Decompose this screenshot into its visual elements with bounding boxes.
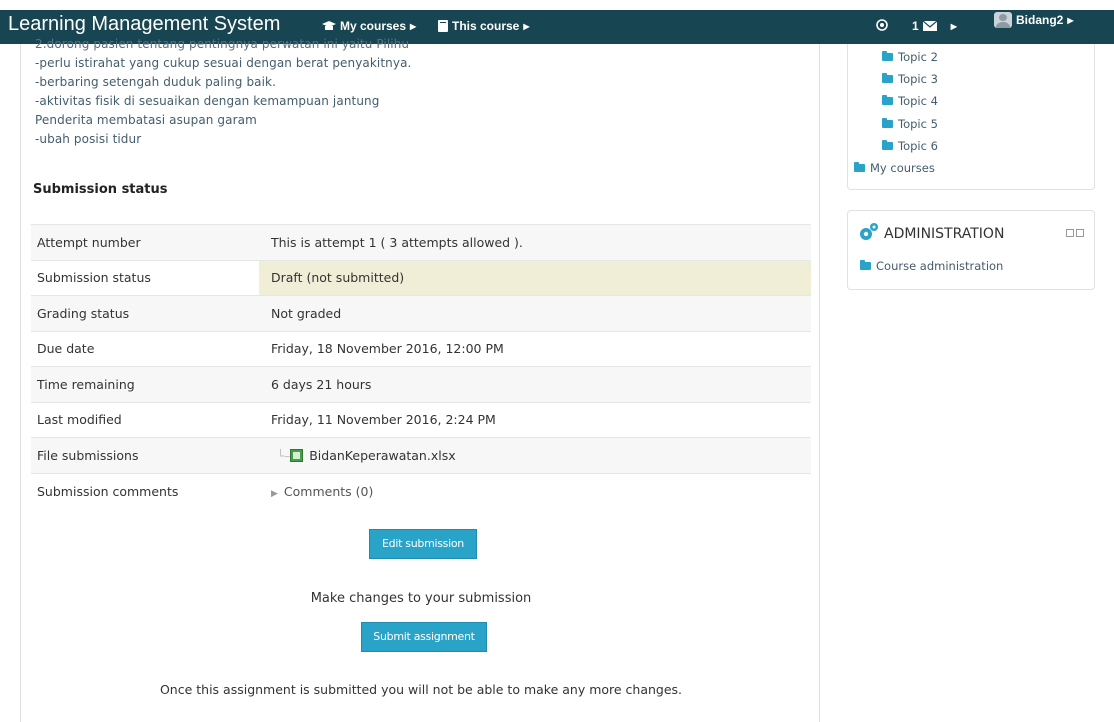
intro-line: -ubah posisi tidur [35,132,142,146]
tree-branch-icon: └– [277,448,291,463]
row-value: Friday, 18 November 2016, 12:00 PM [259,330,811,367]
book-icon [438,20,448,32]
sidebar-item-topic-4[interactable]: Topic 4 [882,94,938,108]
sidebar-item-label: Course administration [876,259,1004,273]
edit-submission-help: Make changes to your submission [310,591,532,606]
status-value: Draft (not submitted) [259,259,811,296]
collapse-icon[interactable] [1066,229,1074,237]
graduation-cap-icon [322,20,336,30]
row-label: Time remaining [31,366,259,402]
row-value: └– BidanKeperawatan.xlsx [259,437,811,473]
sidebar-item-label: Topic 5 [898,117,938,131]
intro-line: 2.dorong pasien tentang pentingnya perwa… [35,37,410,51]
row-value: Friday, 11 November 2016, 2:24 PM [259,401,811,438]
my-courses-label: My courses [340,19,407,33]
caret-right-icon: ▶ [410,21,417,31]
row-value: 6 days 21 hours [259,366,811,402]
sidebar-item-course-administration[interactable]: Course administration [860,259,1003,273]
folder-icon [854,162,865,172]
envelope-icon [922,21,937,31]
caret-right-icon: ▶ [523,21,530,31]
triangle-right-icon: ▶ [271,488,278,499]
dock-icon[interactable] [1076,229,1084,237]
folder-icon [860,260,871,270]
notifications-toggle[interactable] [876,19,888,31]
sidebar-item-my-courses[interactable]: My courses [854,161,935,175]
table-row: Due date Friday, 18 November 2016, 12:00… [31,330,811,367]
table-row: Grading status Not graded [31,295,811,331]
submission-status-table: Attempt number This is attempt 1 ( 3 att… [31,224,811,509]
block-title: ADMINISTRATION [884,226,1005,242]
table-row: Submission status Draft (not submitted) [31,259,811,296]
intro-line: -perlu istirahat yang cukup sesuai denga… [35,56,412,70]
table-row: Last modified Friday, 11 November 2016, … [31,401,811,438]
row-label: File submissions [31,437,259,473]
folder-icon [882,51,893,61]
folder-icon [882,95,893,105]
this-course-label: This course [452,19,520,33]
row-label: Attempt number [31,224,259,260]
sidebar-item-topic-5[interactable]: Topic 5 [882,117,938,131]
globe-icon [876,19,888,31]
sidebar-item-topic-2[interactable]: Topic 2 [882,50,938,64]
row-value: This is attempt 1 ( 3 attempts allowed )… [259,224,811,260]
intro-line: -aktivitas fisik di sesuaikan dengan kem… [35,94,380,108]
sidebar-item-label: Topic 4 [898,94,938,108]
user-name: Bidang2 [1016,13,1064,27]
block-controls[interactable] [1066,229,1084,237]
main-content: 2.dorong pasien tentang pentingnya perwa… [20,37,820,722]
intro-line: -berbaring setengah duduk paling baik. [35,75,277,89]
messages-menu[interactable]: 1 ▶ [912,19,957,33]
site-brand[interactable]: Learning Management System [8,13,280,36]
table-row: Time remaining 6 days 21 hours [31,366,811,402]
submission-status-heading: Submission status [33,182,168,197]
row-label: Grading status [31,295,259,331]
caret-right-icon: ▶ [950,21,957,31]
row-label: Due date [31,330,259,367]
sidebar-item-topic-6[interactable]: Topic 6 [882,139,938,153]
message-count: 1 [912,19,919,33]
user-menu[interactable]: Bidang2 ▶ [994,12,1074,28]
row-label: Submission comments [31,472,259,509]
table-row: Attempt number This is attempt 1 ( 3 att… [31,224,811,260]
spreadsheet-file-icon [290,448,304,462]
my-courses-menu[interactable]: My courses ▶ [322,19,416,33]
comments-toggle[interactable]: Comments (0) [284,484,373,499]
sidebar-item-label: Topic 2 [898,50,938,64]
sidebar-item-label: My courses [870,161,935,175]
intro-line: Penderita membatasi asupan garam [35,113,257,127]
sidebar-item-label: Topic 3 [898,72,938,86]
sidebar-item-label: Topic 6 [898,139,938,153]
submit-assignment-help: Once this assignment is submitted you wi… [159,682,683,697]
submit-assignment-button[interactable]: Submit assignment [361,622,487,652]
file-link[interactable]: BidanKeperawatan.xlsx [309,448,455,463]
edit-submission-button[interactable]: Edit submission [369,529,477,559]
table-row: Submission comments ▶ Comments (0) [31,472,811,509]
assignment-intro: 2.dorong pasien tentang pentingnya perwa… [35,37,795,149]
gears-icon [860,223,878,240]
folder-icon [882,73,893,83]
table-row: File submissions └– BidanKeperawatan.xlsx [31,437,811,473]
row-label: Last modified [31,401,259,438]
caret-right-icon: ▶ [1067,15,1074,25]
sidebar-item-topic-3[interactable]: Topic 3 [882,72,938,86]
row-value: ▶ Comments (0) [259,472,811,509]
navigation-block: Topic 2 Topic 3 Topic 4 Topic 5 Topic 6 … [847,44,1095,190]
folder-icon [882,140,893,150]
avatar [994,12,1012,28]
folder-icon [882,118,893,128]
this-course-menu[interactable]: This course ▶ [438,19,530,33]
row-label: Submission status [31,259,259,296]
row-value: Not graded [259,295,811,331]
administration-block: ADMINISTRATION Course administration [847,210,1095,290]
